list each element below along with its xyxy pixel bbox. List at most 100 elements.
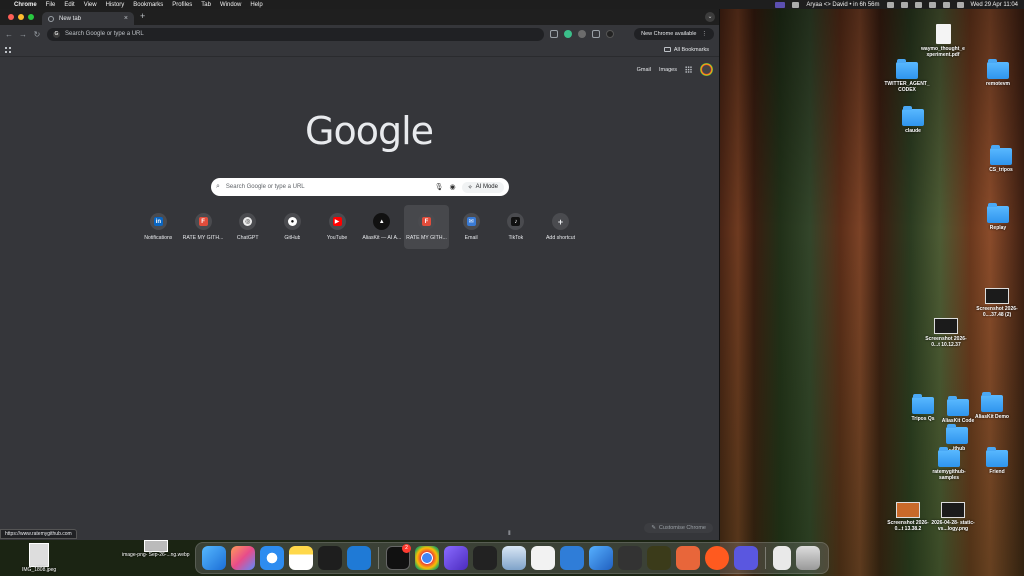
xcode-icon[interactable] <box>560 546 584 570</box>
menu-app-name[interactable]: Chrome <box>14 2 37 8</box>
microphone-icon[interactable]: 🎙 <box>435 183 444 191</box>
ai-mode-button[interactable]: ✧ AI Mode <box>461 181 504 193</box>
shortcut-label: ChatGPT <box>236 235 259 241</box>
shortcut-tile[interactable]: ♪ TikTok <box>494 205 539 249</box>
shortcut-tile[interactable]: ▲ AliasKit — AI A... <box>359 205 404 249</box>
desktop-screenshot[interactable]: 2026-04-28- static-vs...logy.png <box>929 502 977 532</box>
desktop-folder[interactable]: Replay <box>974 203 1022 231</box>
add-shortcut-tile[interactable]: + Add shortcut <box>538 205 583 249</box>
battery-icon[interactable] <box>914 1 922 8</box>
menu-help[interactable]: Help <box>250 2 262 8</box>
apps-grid-icon[interactable] <box>5 46 11 53</box>
avatar[interactable] <box>700 63 713 76</box>
reload-icon[interactable]: ↻ <box>33 30 41 39</box>
desktop-screenshot[interactable]: Screenshot 2026-0....37.48 (2) <box>973 288 1021 318</box>
automator-icon[interactable] <box>618 546 642 570</box>
tab-new-tab[interactable]: New tab × <box>42 12 134 25</box>
more-menu-icon[interactable]: ⋮ <box>702 31 708 37</box>
claude-icon[interactable] <box>676 546 700 570</box>
search-input[interactable]: Search Google or type a URL <box>226 184 305 190</box>
close-icon[interactable]: × <box>124 15 128 22</box>
textedit-icon[interactable] <box>531 546 555 570</box>
document-icon[interactable] <box>773 546 791 570</box>
chrome-update-button[interactable]: New Chrome available ⋮ <box>634 28 714 40</box>
menu-file[interactable]: File <box>46 2 56 8</box>
clock[interactable]: Wed 29 Apr 11:04 <box>971 2 1018 8</box>
trash-icon[interactable] <box>796 546 820 570</box>
extension-grey-icon[interactable] <box>578 30 586 38</box>
cube-app-icon[interactable] <box>473 546 497 570</box>
chrome-icon[interactable] <box>415 546 439 570</box>
all-bookmarks-button[interactable]: All Bookmarks <box>663 47 709 53</box>
notes-icon[interactable] <box>289 546 313 570</box>
menu-window[interactable]: Window <box>220 2 241 8</box>
minimize-window-button[interactable] <box>18 14 24 20</box>
calendar-event-status[interactable]: Aryaa <> David • in 6h 56m <box>806 2 879 8</box>
profile-icon[interactable] <box>606 30 614 38</box>
ntp-footer-icon[interactable]: ⫴ <box>508 531 511 538</box>
desktop-folder[interactable]: TWITTER_AGENT_ CODEX <box>883 59 931 93</box>
side-panel-icon[interactable] <box>592 30 600 38</box>
shortcut-tile[interactable]: ● GitHub <box>270 205 315 249</box>
files-app-icon[interactable] <box>589 546 613 570</box>
close-window-button[interactable] <box>8 14 14 20</box>
images-link[interactable]: Images <box>659 67 677 73</box>
search-icon[interactable] <box>942 1 950 8</box>
status-url-bubble: https://www.ratemygithub.com <box>0 529 77 539</box>
terminal-icon[interactable]: 2 <box>386 544 411 570</box>
desktop-folder[interactable]: claude <box>889 106 937 134</box>
omnibox[interactable]: G Search Google or type a URL <box>47 27 544 41</box>
figma-icon[interactable] <box>318 546 342 570</box>
desktop-image-file[interactable]: image-png- Sep-26-...ng.webp <box>122 540 190 558</box>
finder-icon[interactable] <box>202 546 226 570</box>
menu-edit[interactable]: Edit <box>64 2 74 8</box>
menu-view[interactable]: View <box>84 2 97 8</box>
search-box[interactable]: ⌕ Search Google or type a URL 🎙 ◉ ✧ AI M… <box>211 178 509 196</box>
shortcut-tile-hovered[interactable]: F RATE MY GITH... <box>404 205 449 249</box>
extension-green-icon[interactable] <box>564 30 572 38</box>
spiral-app-icon[interactable] <box>647 546 671 570</box>
shortcut-tile[interactable]: in Notifications <box>136 205 181 249</box>
vscode-icon[interactable] <box>347 546 371 570</box>
forward-arrow-icon[interactable]: → <box>19 30 27 39</box>
audio-app-icon[interactable] <box>734 546 758 570</box>
orange-app-icon[interactable] <box>705 546 729 570</box>
chevron-down-icon[interactable]: ⌄ <box>705 12 715 22</box>
menu-bookmarks[interactable]: Bookmarks <box>133 2 163 8</box>
zoom-window-button[interactable] <box>28 14 34 20</box>
screen-record-icon[interactable] <box>775 1 786 8</box>
new-tab-button[interactable]: + <box>134 11 151 23</box>
shortcut-tile[interactable]: ▶ YouTube <box>315 205 360 249</box>
gmail-link[interactable]: Gmail <box>637 67 651 73</box>
desktop-screenshot[interactable]: Screenshot 2026-0...t 13.38.2 <box>884 502 932 532</box>
customise-chrome-button[interactable]: ✎ Customise Chrome <box>644 523 713 533</box>
desktop-folder[interactable]: remotevm <box>974 59 1022 87</box>
desktop-screenshot[interactable]: Screenshot 2026-0...t 10.12.37 <box>922 318 970 348</box>
desktop-folder[interactable]: Friend <box>973 447 1021 475</box>
desktop-image-file[interactable]: IMG_1808.jpeg <box>22 543 56 573</box>
extension-icon[interactable] <box>550 30 558 38</box>
wifi-icon[interactable] <box>928 1 936 8</box>
desktop-folder[interactable]: CS_tripos <box>977 145 1024 173</box>
menu-tab[interactable]: Tab <box>201 2 211 8</box>
bluetooth-icon[interactable] <box>900 1 908 8</box>
launchpad-icon[interactable] <box>231 546 255 570</box>
shortcut-tile[interactable]: ✉ Email <box>449 205 494 249</box>
lens-icon[interactable]: ◉ <box>450 183 456 191</box>
obsidian-icon[interactable] <box>444 546 468 570</box>
desktop-folder[interactable]: AliasKit Demo <box>968 392 1016 420</box>
google-apps-icon[interactable] <box>685 66 692 73</box>
desktop-folder[interactable]: ratemygithub- samples <box>925 447 973 481</box>
desktop-file[interactable]: waymo_thought_e xperiment.pdf <box>919 24 967 58</box>
shortcut-tile[interactable]: F RATE MY GITH... <box>181 205 226 249</box>
menu-history[interactable]: History <box>106 2 125 8</box>
github-icon[interactable] <box>886 1 894 8</box>
safari-icon[interactable] <box>260 546 284 570</box>
back-arrow-icon[interactable]: ← <box>5 30 13 39</box>
menu-profiles[interactable]: Profiles <box>172 2 192 8</box>
shortcut-tile[interactable]: ◎ ChatGPT <box>225 205 270 249</box>
control-center-icon[interactable] <box>956 1 964 8</box>
menu-bar: Chrome File Edit View History Bookmarks … <box>0 0 1024 9</box>
preview-icon[interactable] <box>502 546 526 570</box>
gear-icon[interactable] <box>792 1 800 8</box>
